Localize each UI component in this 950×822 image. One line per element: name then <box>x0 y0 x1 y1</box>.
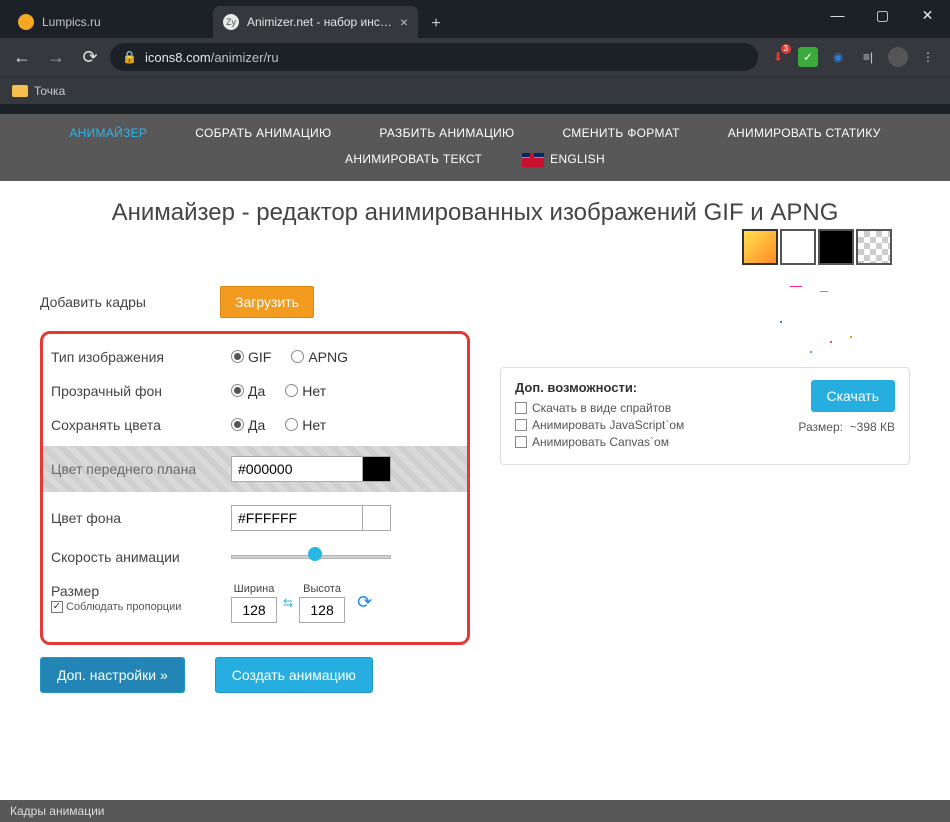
bg-color-swatch[interactable] <box>362 506 390 530</box>
reload-button[interactable]: ⟳ <box>76 43 104 71</box>
label-bg-color: Цвет фона <box>51 510 231 526</box>
nav-anim-static[interactable]: АНИМИРОВАТЬ СТАТИКУ <box>728 126 881 140</box>
frames-footer: Кадры анимации <box>0 800 950 822</box>
keep-proportions-checkbox[interactable] <box>51 601 63 613</box>
browser-tab-lumpics[interactable]: Lumpics.ru <box>8 6 213 38</box>
bg-color-input[interactable] <box>232 510 362 526</box>
slider-thumb[interactable] <box>308 547 322 561</box>
checkbox-canvas-label: Анимировать Canvas`ом <box>532 435 669 449</box>
checkbox-js-label: Анимировать JavaScript`ом <box>532 418 684 432</box>
browser-tab-animizer[interactable]: Zy Animizer.net - набор инструмент × <box>213 6 418 38</box>
url-host: icons8.com <box>145 50 211 65</box>
swatch-gradient[interactable] <box>742 229 778 265</box>
extras-panel: Доп. возможности: Скачать в виде спрайто… <box>500 367 910 465</box>
fg-color-input <box>232 461 362 477</box>
flag-uk-icon <box>522 153 544 167</box>
download-button[interactable]: Скачать <box>811 380 896 412</box>
new-tab-button[interactable]: + <box>422 10 450 38</box>
window-maximize[interactable]: ▢ <box>860 0 905 30</box>
refresh-size-icon[interactable]: ⟳ <box>357 592 372 613</box>
profile-avatar[interactable] <box>888 47 908 67</box>
nav-anim-text[interactable]: АНИМИРОВАТЬ ТЕКСТ <box>345 152 482 167</box>
height-input[interactable] <box>299 597 345 623</box>
preview-swatches <box>742 229 892 265</box>
link-dimensions-icon[interactable]: ⇆ <box>283 596 293 610</box>
radio-transparent-yes[interactable] <box>231 384 244 397</box>
radio-no-label: Нет <box>302 383 326 399</box>
upload-button[interactable]: Загрузить <box>220 286 314 318</box>
radio-gif-label: GIF <box>248 349 271 365</box>
radio-apng-label: APNG <box>308 349 348 365</box>
nav-assemble[interactable]: СОБРАТЬ АНИМАЦИЮ <box>195 126 331 140</box>
checkbox-sprites[interactable] <box>515 402 527 414</box>
favicon <box>18 14 34 30</box>
speed-slider[interactable] <box>231 549 391 565</box>
extras-title: Доп. возможности: <box>515 380 778 395</box>
radio-transparent-no[interactable] <box>285 384 298 397</box>
address-bar[interactable]: 🔒 icons8.com/animizer/ru <box>110 43 758 71</box>
forward-button[interactable]: → <box>42 43 70 71</box>
nav-animizer[interactable]: АНИМАЙЗЕР <box>69 126 147 140</box>
extension-check-icon[interactable]: ✓ <box>798 47 818 67</box>
url-path: /animizer/ru <box>211 50 279 65</box>
page-title: Анимайзер - редактор анимированных изобр… <box>40 199 910 227</box>
label-add-frames: Добавить кадры <box>40 294 220 310</box>
swatch-transparent[interactable] <box>856 229 892 265</box>
bg-color-field[interactable] <box>231 505 391 531</box>
swatch-black[interactable] <box>818 229 854 265</box>
radio-colors-yes[interactable] <box>231 418 244 431</box>
fg-color-field <box>231 456 391 482</box>
swatch-white[interactable] <box>780 229 816 265</box>
tab-title: Lumpics.ru <box>42 15 203 29</box>
tab-close-icon[interactable]: × <box>400 14 408 30</box>
window-minimize[interactable]: — <box>815 0 860 30</box>
back-button[interactable]: ← <box>8 43 36 71</box>
nav-split[interactable]: РАЗБИТЬ АНИМАЦИЮ <box>379 126 514 140</box>
checkbox-canvas[interactable] <box>515 436 527 448</box>
label-size: Размер <box>51 583 231 599</box>
bookmark-item[interactable]: Точка <box>34 84 65 98</box>
lock-icon: 🔒 <box>122 50 137 64</box>
nav-convert[interactable]: СМЕНИТЬ ФОРМАТ <box>562 126 679 140</box>
more-settings-button[interactable]: Доп. настройки » <box>40 657 185 693</box>
height-header: Высота <box>303 583 341 595</box>
extension-globe-icon[interactable]: ◉ <box>828 47 848 67</box>
radio-apng[interactable] <box>291 350 304 363</box>
create-animation-button[interactable]: Создать анимацию <box>215 657 373 693</box>
radio-colors-no[interactable] <box>285 418 298 431</box>
radio-no-label: Нет <box>302 417 326 433</box>
settings-highlight-box: Тип изображения GIF APNG Прозрачный фон … <box>40 331 470 645</box>
tab-title: Animizer.net - набор инструмент <box>247 15 394 29</box>
bookmark-folder-icon <box>12 85 28 97</box>
label-image-type: Тип изображения <box>51 349 231 365</box>
radio-gif[interactable] <box>231 350 244 363</box>
window-close[interactable]: ✕ <box>905 0 950 30</box>
checkbox-sprites-label: Скачать в виде спрайтов <box>532 401 671 415</box>
radio-yes-label: Да <box>248 417 265 433</box>
label-keep-colors: Сохранять цвета <box>51 417 231 433</box>
label-fg-color: Цвет переднего плана <box>51 461 231 477</box>
nav-english[interactable]: ENGLISH <box>522 152 605 167</box>
label-transparent-bg: Прозрачный фон <box>51 383 231 399</box>
width-header: Ширина <box>234 583 275 595</box>
extension-download-icon[interactable]: ⬇3 <box>768 47 788 67</box>
fg-color-swatch <box>362 457 390 481</box>
site-nav: АНИМАЙЗЕР СОБРАТЬ АНИМАЦИЮ РАЗБИТЬ АНИМА… <box>0 114 950 181</box>
menu-button[interactable]: ⋮ <box>918 47 938 67</box>
keep-proportions-label: Соблюдать пропорции <box>66 601 181 613</box>
favicon: Zy <box>223 14 239 30</box>
width-input[interactable] <box>231 597 277 623</box>
radio-yes-label: Да <box>248 383 265 399</box>
checkbox-js[interactable] <box>515 419 527 431</box>
label-speed: Скорость анимации <box>51 549 231 565</box>
animation-preview <box>760 281 880 371</box>
extension-list-icon[interactable]: ≡| <box>858 47 878 67</box>
file-size-text: Размер: ~398 КВ <box>798 420 895 434</box>
